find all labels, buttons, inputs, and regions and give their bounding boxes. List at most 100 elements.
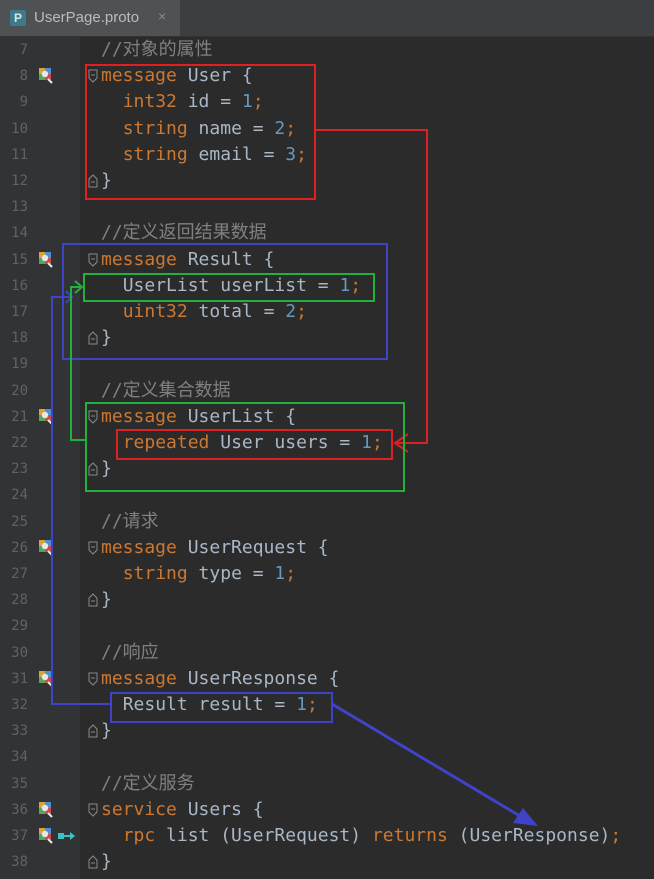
code-line[interactable]: 19	[0, 351, 654, 377]
line-number: 37	[11, 828, 28, 844]
code-line[interactable]: 27 string type = 1;	[0, 561, 654, 587]
fold-open-icon[interactable]	[88, 69, 98, 83]
comment-text: //定义集合数据	[101, 379, 231, 401]
fold-open-icon[interactable]	[88, 803, 98, 817]
code-line[interactable]: 13	[0, 194, 654, 220]
proto-structure-icon[interactable]	[36, 250, 54, 268]
line-number: 15	[11, 251, 28, 268]
line-number: 19	[11, 356, 28, 373]
proto-structure-icon[interactable]	[36, 669, 54, 687]
proto-structure-icon[interactable]	[36, 538, 54, 556]
code-line[interactable]: 33}	[0, 718, 654, 744]
line-number: 20	[11, 382, 28, 399]
line-number: 29	[11, 618, 28, 635]
field-declaration: name =	[187, 117, 275, 139]
code-line[interactable]: 11 string email = 3;	[0, 142, 654, 168]
code-line[interactable]: 7 //对象的属性	[0, 37, 654, 63]
line-number: 28	[11, 592, 28, 609]
code-line[interactable]: 25 //请求	[0, 509, 654, 535]
line-number: 14	[11, 225, 28, 242]
fold-close-icon[interactable]	[88, 331, 98, 345]
fold-close-icon[interactable]	[88, 174, 98, 188]
code-text: Result result = 1;	[101, 694, 318, 716]
proto-structure-icon[interactable]	[36, 66, 54, 84]
fold-close-icon[interactable]	[88, 462, 98, 476]
code-line[interactable]: 21 message UserList {	[0, 404, 654, 430]
code-line[interactable]: 29	[0, 613, 654, 639]
declaration-name: UserRequest {	[176, 536, 329, 558]
field-declaration: type =	[187, 563, 275, 584]
field-type-keyword: int32	[122, 91, 177, 113]
rpc-keyword: rpc	[122, 825, 156, 846]
code-text: //定义集合数据	[101, 380, 231, 402]
code-plain: }	[101, 458, 112, 480]
keyword: message	[101, 65, 177, 87]
fold-open-icon[interactable]	[88, 541, 98, 555]
code-line[interactable]: 22 repeated User users = 1;	[0, 430, 654, 456]
line-number: 24	[11, 487, 28, 504]
code-line[interactable]: 24	[0, 482, 654, 508]
field-number: 1	[274, 563, 286, 584]
rpc-method-icon[interactable]	[58, 829, 76, 843]
code-text: //请求	[101, 511, 159, 533]
code-line[interactable]: 26 message UserRequest {	[0, 535, 654, 561]
keyword: message	[101, 248, 177, 270]
comment-text: //定义服务	[101, 772, 195, 794]
code-line[interactable]: 37 rpc list (UserRequest) returns (UserR…	[0, 823, 654, 849]
code-line[interactable]: 17 uint32 total = 2;	[0, 299, 654, 325]
code-text: }	[101, 720, 112, 742]
fold-close-icon[interactable]	[88, 593, 98, 607]
code-line[interactable]: 31 message UserResponse {	[0, 666, 654, 692]
code-line[interactable]: 30 //响应	[0, 640, 654, 666]
fold-close-icon[interactable]	[88, 724, 98, 738]
code-text: }	[101, 170, 112, 192]
code-line[interactable]: 12}	[0, 168, 654, 194]
proto-structure-icon[interactable]	[36, 407, 54, 425]
code-line[interactable]: 15 message Result {	[0, 247, 654, 273]
field-number: 1	[296, 694, 307, 715]
code-line[interactable]: 10 string name = 2;	[0, 116, 654, 142]
code-text: uint32 total = 2;	[101, 301, 307, 323]
code-line[interactable]: 34	[0, 744, 654, 770]
field-type-keyword: string	[122, 563, 188, 584]
fold-open-icon[interactable]	[88, 672, 98, 686]
code-text: //对象的属性	[101, 39, 213, 61]
code-line[interactable]: 28}	[0, 587, 654, 613]
code-line[interactable]: 35 //定义服务	[0, 771, 654, 797]
code-line[interactable]: 18}	[0, 325, 654, 351]
declaration-name: UserList {	[176, 405, 297, 427]
code-line[interactable]: 23}	[0, 456, 654, 482]
line-number: 23	[11, 461, 28, 478]
code-line[interactable]: 20 //定义集合数据	[0, 378, 654, 404]
keyword: service	[101, 798, 177, 820]
proto-structure-icon[interactable]	[36, 800, 54, 818]
code-line[interactable]: 38}	[0, 849, 654, 875]
field-declaration: result =	[187, 694, 297, 715]
code-line[interactable]: 14 //定义返回结果数据	[0, 220, 654, 246]
code-text: UserList userList = 1;	[101, 275, 361, 297]
code-line[interactable]: 8 message User {	[0, 63, 654, 89]
line-number: 17	[11, 304, 28, 320]
code-line[interactable]: 9 int32 id = 1;	[0, 89, 654, 115]
code-line[interactable]: 36 service Users {	[0, 797, 654, 823]
code-line[interactable]: 32 Result result = 1;	[0, 692, 654, 718]
proto-structure-icon[interactable]	[36, 826, 54, 844]
code-line[interactable]: 16 UserList userList = 1;	[0, 273, 654, 299]
tab-userpage-proto[interactable]: P UserPage.proto ×	[0, 0, 180, 36]
comment-text: //对象的属性	[101, 39, 213, 60]
fold-open-icon[interactable]	[88, 410, 98, 424]
fold-open-icon[interactable]	[88, 253, 98, 267]
fold-close-icon[interactable]	[88, 855, 98, 869]
close-tab-icon[interactable]: ×	[158, 8, 166, 24]
code-text: //定义服务	[101, 773, 195, 795]
field-number: 2	[285, 301, 297, 322]
code-text: int32 id = 1;	[101, 91, 264, 113]
code-text: //定义返回结果数据	[101, 222, 267, 244]
field-type-keyword: uint32	[122, 301, 188, 322]
field-number: 2	[274, 117, 286, 139]
code-text: repeated User users = 1;	[101, 432, 383, 454]
semicolon: ;	[285, 117, 297, 139]
